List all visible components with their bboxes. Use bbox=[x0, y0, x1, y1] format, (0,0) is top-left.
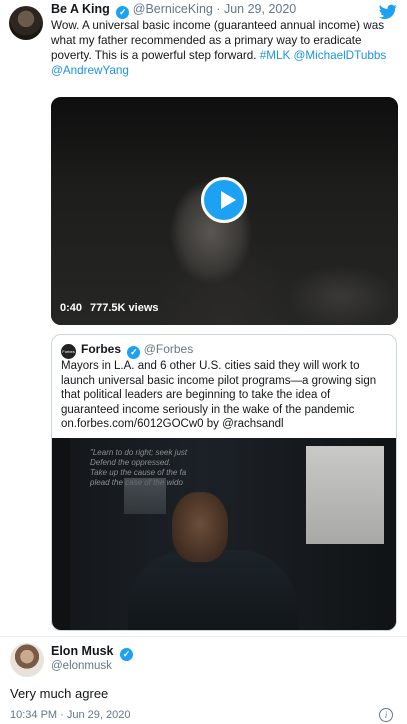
author-handle[interactable]: @BerniceKing bbox=[133, 2, 213, 16]
video-views: 777.5K views bbox=[90, 302, 159, 314]
quoted-text: Mayors in L.A. and 6 other U.S. cities s… bbox=[61, 360, 377, 431]
tweet-header: Be A King ✓ @BerniceKing · Jun 29, 2020 bbox=[51, 2, 296, 19]
mention-link[interactable]: @AndrewYang bbox=[51, 64, 129, 77]
avatar[interactable] bbox=[10, 643, 44, 677]
hashtag-link[interactable]: #MLK bbox=[260, 49, 291, 62]
avatar[interactable]: Forbes bbox=[61, 344, 76, 359]
author-name[interactable]: Forbes bbox=[81, 342, 121, 356]
avatar[interactable] bbox=[9, 6, 43, 40]
verified-badge-icon: ✓ bbox=[120, 648, 133, 661]
wall-photo bbox=[124, 478, 166, 514]
quoted-header: Forbes ✓ @Forbes bbox=[81, 342, 193, 359]
author-name[interactable]: Be A King bbox=[51, 2, 110, 16]
person-head bbox=[172, 492, 228, 562]
tweet-date[interactable]: · Jun 29, 2020 bbox=[216, 2, 296, 16]
tweet-text: Wow. A universal basic income (guarantee… bbox=[51, 18, 399, 78]
person-body bbox=[128, 550, 298, 630]
verified-badge-icon: ✓ bbox=[127, 346, 141, 359]
reply-text: Very much agree bbox=[10, 686, 109, 701]
quoted-tweet[interactable]: Forbes Forbes ✓ @Forbes Mayors in L.A. a… bbox=[51, 334, 397, 631]
author-name[interactable]: Elon Musk bbox=[51, 644, 114, 658]
divider bbox=[0, 636, 407, 637]
projection-screen bbox=[306, 446, 384, 544]
play-icon[interactable] bbox=[201, 177, 247, 223]
quoted-image[interactable]: "Learn to do right; seek just Defend the… bbox=[52, 438, 396, 630]
author-handle[interactable]: @Forbes bbox=[144, 342, 194, 356]
tweet-timestamp[interactable]: 10:34 PM · Jun 29, 2020 bbox=[10, 709, 130, 721]
author-handle[interactable]: @elonmusk bbox=[51, 660, 112, 672]
info-icon[interactable]: i bbox=[379, 708, 393, 722]
reply-header: Elon Musk ✓ bbox=[51, 644, 133, 661]
video-player[interactable]: 0:40 777.5K views bbox=[51, 97, 398, 325]
video-duration: 0:40 bbox=[60, 302, 83, 314]
mention-link[interactable]: @MichaelDTubbs bbox=[294, 49, 387, 62]
